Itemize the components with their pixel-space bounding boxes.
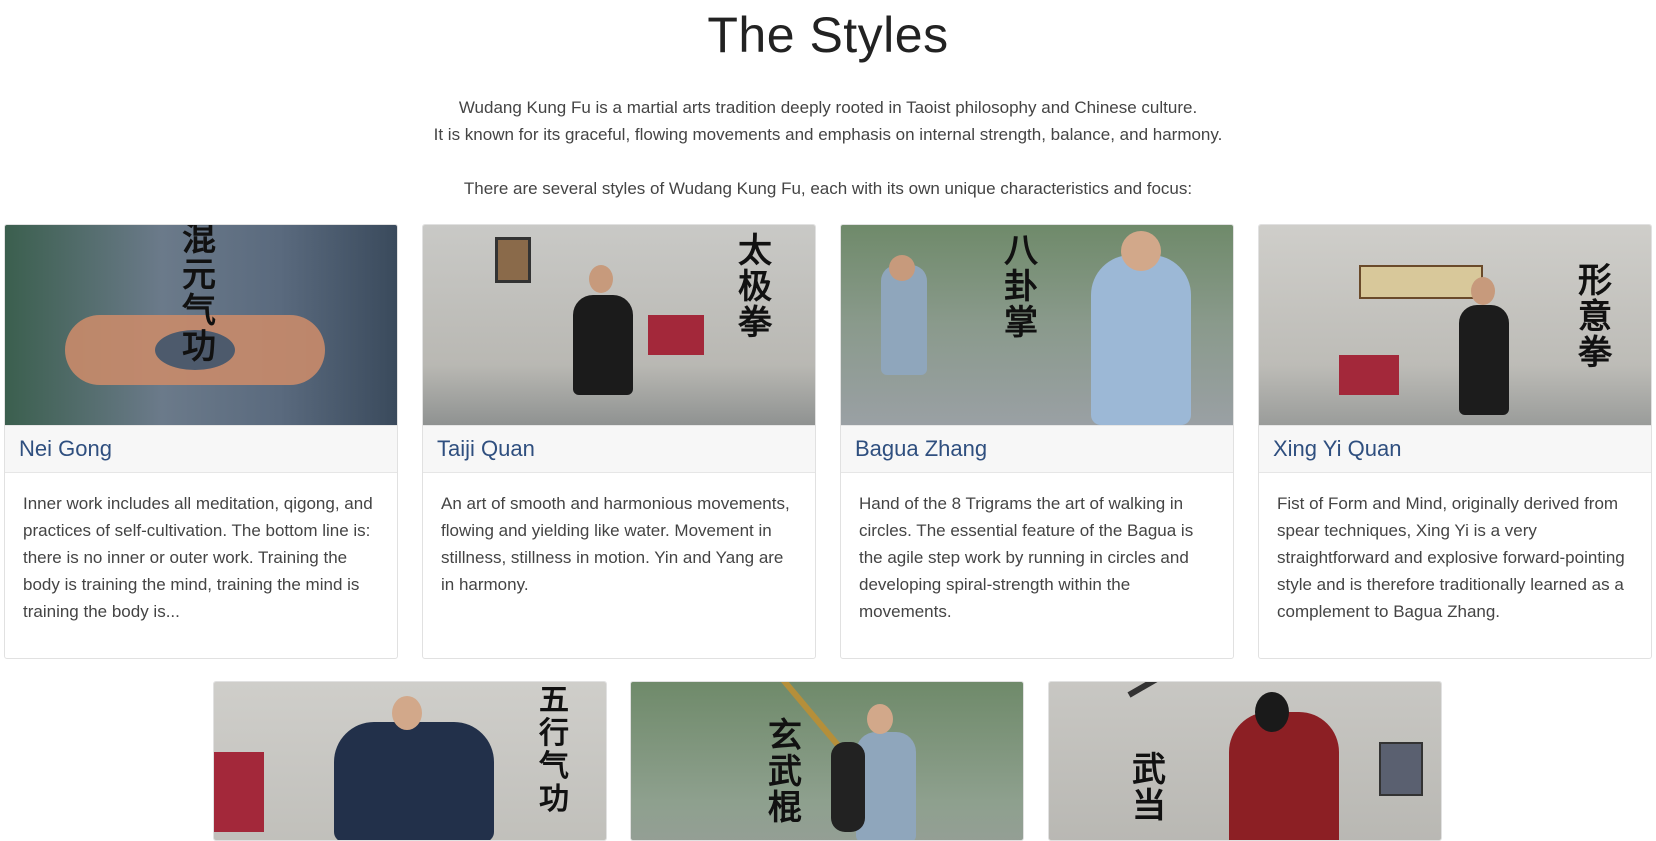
styles-page: The Styles Wudang Kung Fu is a martial a…: [0, 0, 1656, 841]
card-title-xing-yi-quan[interactable]: Xing Yi Quan: [1273, 436, 1401, 462]
style-card-wudang[interactable]: 武当: [1048, 681, 1442, 841]
card-title-nei-gong[interactable]: Nei Gong: [19, 436, 112, 462]
style-card-taiji-quan[interactable]: 太极拳 Taiji Quan An art of smooth and harm…: [422, 224, 816, 659]
card-title-bagua-zhang[interactable]: Bagua Zhang: [855, 436, 987, 462]
nei-gong-glyphs: 混元气功: [182, 225, 216, 367]
style-card-bagua-zhang[interactable]: 八卦掌 Bagua Zhang Hand of the 8 Trigrams t…: [840, 224, 1234, 659]
intro-line-2: It is known for its graceful, flowing mo…: [433, 125, 1223, 144]
wuxing-qigong-glyphs: 五行气功: [539, 683, 569, 817]
taiji-quan-glyphs: 太极拳: [738, 231, 772, 343]
card-text-bagua-zhang: Hand of the 8 Trigrams the art of walkin…: [859, 494, 1194, 621]
style-card-nei-gong[interactable]: 混元气功 Nei Gong Inner work includes all me…: [4, 224, 398, 659]
taiji-quan-image[interactable]: 太极拳: [423, 225, 815, 425]
card-title-taiji-quan[interactable]: Taiji Quan: [437, 436, 535, 462]
wudang-image[interactable]: 武当: [1049, 682, 1441, 840]
card-text-taiji-quan: An art of smooth and harmonious movement…: [441, 494, 790, 594]
wuxing-qigong-image[interactable]: 五行气功: [214, 682, 606, 840]
xuanwu-gun-image[interactable]: 玄武棍: [631, 682, 1023, 840]
card-header: Xing Yi Quan: [1259, 425, 1651, 473]
wudang-glyphs: 武当: [1132, 750, 1166, 826]
bagua-zhang-glyphs: 八卦掌: [1004, 231, 1038, 343]
card-header: Nei Gong: [5, 425, 397, 473]
card-text-nei-gong: Inner work includes all meditation, qigo…: [23, 494, 373, 621]
nei-gong-image[interactable]: 混元气功: [5, 225, 397, 425]
intro-line-1: Wudang Kung Fu is a martial arts traditi…: [458, 98, 1198, 117]
page-title: The Styles: [707, 7, 949, 63]
xing-yi-quan-image[interactable]: 形意拳: [1259, 225, 1651, 425]
card-header: Taiji Quan: [423, 425, 815, 473]
bagua-zhang-image[interactable]: 八卦掌: [841, 225, 1233, 425]
xuanwu-gun-glyphs: 玄武棍: [768, 716, 802, 828]
intro-line-3: There are several styles of Wudang Kung …: [463, 179, 1193, 198]
style-card-xing-yi-quan[interactable]: 形意拳 Xing Yi Quan Fist of Form and Mind, …: [1258, 224, 1652, 659]
style-card-xuanwu-gun[interactable]: 玄武棍: [630, 681, 1024, 841]
card-header: Bagua Zhang: [841, 425, 1233, 473]
xing-yi-quan-glyphs: 形意拳: [1578, 261, 1612, 373]
card-text-xing-yi-quan: Fist of Form and Mind, originally derive…: [1277, 494, 1625, 621]
style-card-wuxing-qigong[interactable]: 五行气功: [213, 681, 607, 841]
